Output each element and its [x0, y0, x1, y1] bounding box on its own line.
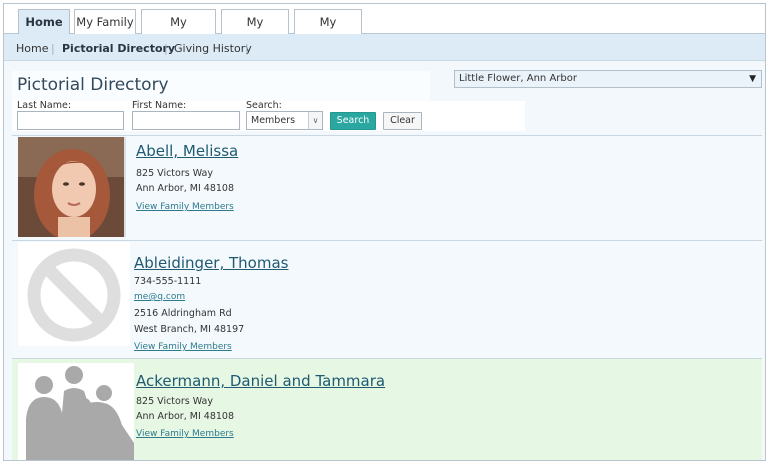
tab-my-ministry[interactable]: My Ministry: [294, 9, 362, 53]
first-name-label: First Name:: [132, 100, 187, 111]
search-type-select[interactable]: Members ∨: [246, 111, 323, 130]
member-card: Ackermann, Daniel and Tammara 825 Victor…: [12, 358, 762, 460]
tab-home[interactable]: Home: [18, 9, 70, 35]
parish-select-value: Little Flower, Ann Arbor: [459, 73, 577, 84]
view-family-members-link[interactable]: View Family Members: [136, 429, 234, 439]
member-street: 825 Victors Way: [136, 396, 213, 407]
chevron-down-icon: ▼: [749, 74, 756, 84]
member-name-link[interactable]: Ackermann, Daniel and Tammara: [136, 372, 385, 390]
view-family-members-link[interactable]: View Family Members: [134, 342, 232, 352]
member-street: 2516 Aldringham Rd: [134, 308, 232, 319]
subnav-item-giving-history[interactable]: Giving History: [174, 42, 252, 55]
page-title: Pictorial Directory: [17, 75, 169, 95]
tab-my-education[interactable]: My Education: [141, 9, 216, 53]
member-city: Ann Arbor, MI 48108: [136, 183, 234, 194]
member-city: Ann Arbor, MI 48108: [136, 411, 234, 422]
subnav-item-home[interactable]: Home: [16, 42, 48, 55]
search-type-label: Search:: [246, 100, 282, 111]
member-card: Ableidinger, Thomas 734-555-1111 me@q.co…: [12, 240, 762, 358]
search-type-value: Members: [251, 115, 296, 126]
member-name-link[interactable]: Abell, Melissa: [136, 142, 238, 160]
last-name-input[interactable]: [17, 111, 124, 130]
member-photo: [18, 242, 130, 346]
no-photo-icon: [18, 242, 130, 346]
directory-content: Pictorial Directory Little Flower, Ann A…: [4, 61, 765, 460]
member-card: Abell, Melissa 825 Victors Way Ann Arbor…: [12, 135, 762, 242]
last-name-label: Last Name:: [17, 100, 72, 111]
member-street: 825 Victors Way: [136, 168, 213, 179]
tab-my-family[interactable]: My Family: [74, 9, 136, 34]
subnav-separator: |: [164, 42, 168, 55]
portrait-photo-icon: [18, 137, 124, 237]
member-phone: 734-555-1111: [134, 276, 202, 287]
tab-my-offering[interactable]: My Offering: [221, 9, 289, 53]
main-tab-bar: Home My Family My Education My Offering …: [4, 4, 765, 53]
member-email-link[interactable]: me@q.com: [134, 292, 185, 302]
view-family-members-link[interactable]: View Family Members: [136, 202, 234, 212]
subnav-separator: |: [245, 42, 249, 55]
subnav-item-pictorial-directory[interactable]: Pictorial Directory: [62, 42, 175, 55]
member-city: West Branch, MI 48197: [134, 324, 245, 335]
first-name-input[interactable]: [132, 111, 240, 130]
chevron-down-icon: ∨: [308, 112, 322, 129]
member-photo: [18, 363, 134, 460]
app-frame: Home My Family My Education My Offering …: [3, 3, 766, 461]
sub-navigation: Home | Pictorial Directory | Giving Hist…: [4, 34, 765, 61]
parish-select[interactable]: Little Flower, Ann Arbor ▼: [454, 70, 762, 88]
search-button[interactable]: Search: [330, 112, 376, 130]
member-photo: [18, 137, 126, 237]
subnav-separator: |: [51, 42, 55, 55]
family-silhouette-icon: [18, 363, 134, 460]
clear-button[interactable]: Clear: [383, 112, 422, 130]
member-name-link[interactable]: Ableidinger, Thomas: [134, 254, 288, 272]
